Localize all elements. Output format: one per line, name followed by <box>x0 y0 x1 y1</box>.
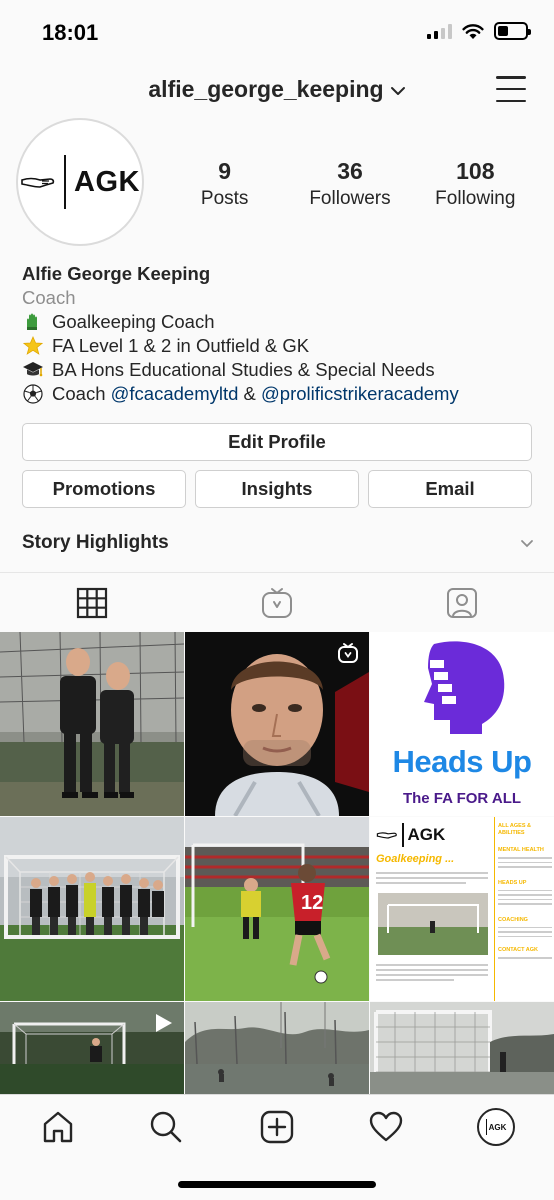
wifi-icon <box>462 23 484 39</box>
post-thumbnail[interactable] <box>185 1002 369 1094</box>
flyer-photo <box>378 893 488 955</box>
soccer-ball-emoji-icon <box>22 384 44 404</box>
flyer-side-heading: MENTAL HEALTH <box>498 847 544 853</box>
nav-home[interactable] <box>38 1107 78 1147</box>
graduation-cap-emoji-icon <box>22 360 44 380</box>
post-thumbnail[interactable] <box>0 632 184 816</box>
nav-profile[interactable]: AGK <box>476 1107 516 1147</box>
flyer-header: AGK <box>376 823 445 847</box>
posts-count[interactable]: 9 Posts <box>170 158 280 210</box>
post-thumbnail[interactable] <box>0 1002 184 1094</box>
logo-text: AGK <box>74 165 140 198</box>
nav-activity[interactable] <box>366 1107 406 1147</box>
post-photo-training-pitch <box>185 1002 369 1094</box>
status-bar: 18:01 <box>0 0 554 62</box>
bio-line: Goalkeeping Coach <box>22 310 542 334</box>
post-thumbnail[interactable] <box>0 817 184 1001</box>
post-photo-goal-net <box>370 1002 554 1094</box>
agk-logo: AGK <box>20 155 140 209</box>
tab-tagged[interactable] <box>369 573 554 632</box>
nav-new-post[interactable] <box>257 1107 297 1147</box>
tab-grid[interactable] <box>0 573 185 632</box>
bio-line: FA Level 1 & 2 in Outfield & GK <box>22 334 542 358</box>
igtv-icon <box>262 587 292 618</box>
profile-icon: AGK <box>477 1108 515 1146</box>
chevron-down-icon <box>390 86 405 95</box>
flyer-logo: AGK <box>407 825 446 844</box>
status-icons <box>427 22 531 40</box>
bio: Alfie George Keeping Coach Goalkeeping C… <box>22 262 542 406</box>
battery-icon <box>494 22 531 40</box>
signal-icon <box>427 23 452 39</box>
post-thumbnail[interactable]: 12 <box>185 817 369 1001</box>
tagged-icon <box>446 587 477 618</box>
home-icon <box>43 1111 73 1143</box>
post-photo-team-in-goal <box>0 817 184 1001</box>
flyer-title: Goalkeeping ... <box>376 853 455 865</box>
post-photo-match-action: 12 <box>185 817 369 1001</box>
igtv-badge-icon <box>338 643 358 663</box>
username: alfie_george_keeping <box>148 76 384 102</box>
grid-icon <box>77 587 108 618</box>
heads-up-title: Heads Up <box>392 744 532 779</box>
add-post-icon <box>260 1110 294 1144</box>
heads-up-logo-icon <box>424 641 505 734</box>
following-count[interactable]: 108 Following <box>420 158 530 210</box>
nav-search[interactable] <box>146 1107 186 1147</box>
search-icon <box>150 1111 182 1143</box>
profile-header: alfie_george_keeping <box>0 62 554 118</box>
post-thumbnail[interactable] <box>370 1002 554 1094</box>
category-label: Coach <box>22 287 76 308</box>
profile-stats: 9 Posts 36 Followers 108 Following <box>162 158 538 210</box>
followers-count[interactable]: 36 Followers <box>295 158 405 210</box>
chevron-down-icon <box>521 539 533 547</box>
glove-logo-icon <box>376 832 397 839</box>
post-thumbnail[interactable]: Heads Up The FA FOR ALL <box>370 632 554 816</box>
bio-line: BA Hons Educational Studies & Special Ne… <box>22 358 542 382</box>
mention-link[interactable]: @prolificstrikeracademy <box>261 383 459 404</box>
video-play-icon <box>156 1014 172 1032</box>
story-highlights-label: Story Highlights <box>22 532 169 553</box>
star-emoji-icon <box>22 336 44 356</box>
flyer-side-heading: ALL AGES & ABILITIES <box>498 823 532 836</box>
email-button[interactable]: Email <box>368 470 532 508</box>
account-switcher[interactable]: alfie_george_keeping <box>0 76 554 103</box>
bio-line: Coach @fcacademyltd & @prolificstrikerac… <box>22 382 542 406</box>
glove-logo-icon <box>21 177 55 188</box>
post-thumbnail[interactable]: AGK Goalkeeping ... ALL AGES & ABILITIES… <box>370 817 554 1001</box>
post-photo-kids-in-kit <box>0 632 184 816</box>
glove-emoji-icon <box>22 312 44 332</box>
jersey-number: 12 <box>301 892 323 914</box>
insights-button[interactable]: Insights <box>195 470 359 508</box>
heads-up-tagline: The FA FOR ALL <box>402 790 522 807</box>
home-indicator <box>178 1181 376 1188</box>
post-thumbnail[interactable] <box>185 632 369 816</box>
profile-tabs <box>0 572 554 632</box>
mention-link[interactable]: @fcacademyltd <box>111 383 239 404</box>
display-name: Alfie George Keeping <box>22 263 211 284</box>
flyer-side-heading: COACHING <box>498 916 528 923</box>
promotions-button[interactable]: Promotions <box>22 470 186 508</box>
status-time: 18:01 <box>42 20 99 45</box>
bottom-nav: AGK <box>0 1094 554 1200</box>
menu-icon[interactable] <box>496 76 526 102</box>
flyer-side-heading: HEADS UP <box>498 879 527 886</box>
avatar[interactable]: AGK <box>16 118 144 246</box>
story-highlights[interactable]: Story Highlights <box>22 532 534 554</box>
heart-icon <box>369 1111 403 1142</box>
flyer-side-heading: CONTACT AGK <box>498 947 539 953</box>
edit-profile-button[interactable]: Edit Profile <box>22 423 532 461</box>
posts-grid: Heads Up The FA FOR ALL 12 AGK Goalkeepi… <box>0 632 554 1094</box>
tab-igtv[interactable] <box>185 573 370 632</box>
